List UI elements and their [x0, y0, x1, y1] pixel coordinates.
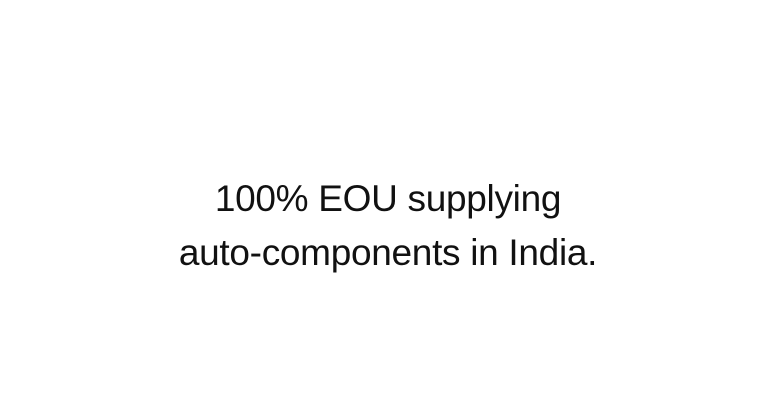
tagline-line-1: 100% EOU supplying: [214, 178, 562, 219]
tagline-line-2: auto-components in India.: [178, 232, 598, 273]
page: 100% EOU supplying auto-components in In…: [0, 0, 776, 418]
tagline: 100% EOU supplying auto-components in In…: [0, 172, 776, 280]
